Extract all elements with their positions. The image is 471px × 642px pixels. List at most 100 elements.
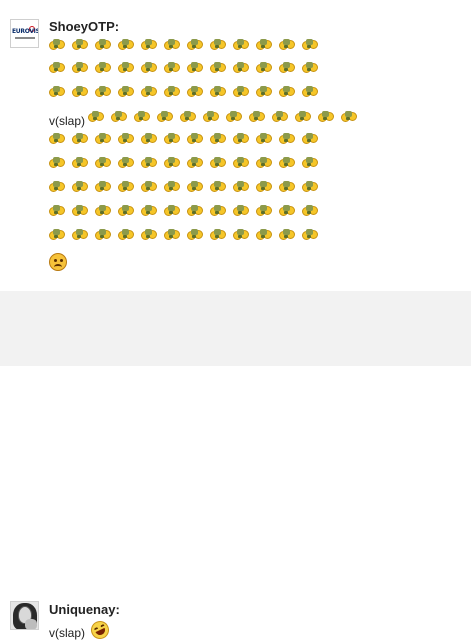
slap-emoticon-icon (95, 228, 111, 242)
slap-emoticon-icon (302, 132, 318, 146)
slap-emoticon-icon (279, 156, 295, 170)
eurovision-logo-icon: EUROVISION (12, 28, 38, 35)
slap-emoticon-icon (164, 132, 180, 146)
slap-emoticon-icon (233, 156, 249, 170)
slap-emoticon-icon (187, 204, 203, 218)
slap-emoticon-icon (233, 61, 249, 75)
slap-emoticon-icon (210, 85, 226, 99)
slap-emoticon-icon (302, 156, 318, 170)
slap-emoticon-icon (72, 85, 88, 99)
slap-emoticon-icon (210, 204, 226, 218)
slap-emoticon-icon (164, 156, 180, 170)
slap-emoticon-icon (210, 61, 226, 75)
slap-emoticon-icon (95, 38, 111, 52)
slap-emoticon-icon (256, 156, 272, 170)
slap-emoticon-icon (210, 228, 226, 242)
slap-emoticon-icon (210, 38, 226, 52)
slap-emoticon-icon (141, 85, 157, 99)
slap-emoticon-icon (302, 38, 318, 52)
slap-emoticon-icon (249, 110, 266, 124)
logo-underline (15, 37, 35, 39)
slap-emoticon-icon (141, 132, 157, 146)
slap-emoticon-icon (256, 61, 272, 75)
slap-emoticon-icon (256, 132, 272, 146)
slap-emoticon-icon (111, 110, 128, 124)
emoticon-row: v(slap) (49, 110, 364, 128)
slap-emoticon-icon (302, 61, 318, 75)
slap-emoticon-icon (256, 85, 272, 99)
slap-emoticon-icon (187, 38, 203, 52)
slap-emoticon-icon (279, 132, 295, 146)
slap-emoticon-icon (134, 110, 151, 124)
slap-emoticon-icon (118, 204, 134, 218)
slap-emoticon-icon (279, 61, 295, 75)
slap-emoticon-icon (279, 180, 295, 194)
slap-emoticon-icon (49, 156, 65, 170)
slap-emoticon-icon (226, 110, 243, 124)
slap-emoticon-icon (256, 228, 272, 242)
slap-emoticon-icon (49, 228, 65, 242)
chat-message-shoeyotp: EUROVISION ShoeyOTP: v(slap) (0, 0, 471, 283)
sad-face-icon (49, 253, 67, 271)
emoticon-row (49, 228, 325, 244)
slap-emoticon-icon (118, 85, 134, 99)
emoticon-row (49, 132, 325, 148)
slap-emoticon-icon (49, 85, 65, 99)
slap-emoticon-icon (118, 228, 134, 242)
slap-emoticon-icon (302, 85, 318, 99)
emoticon-row (49, 38, 325, 54)
slap-emoticon-icon (141, 38, 157, 52)
slap-emoticon-icon (233, 228, 249, 242)
message-text: v(slap) (49, 626, 86, 640)
slap-emoticon-icon (302, 204, 318, 218)
slap-emoticon-icon (187, 132, 203, 146)
slap-emoticon-icon (118, 38, 134, 52)
slap-emoticon-icon (95, 204, 111, 218)
slap-emoticon-icon (187, 180, 203, 194)
slap-emoticon-icon (49, 132, 65, 146)
emoticon-row (49, 204, 325, 220)
slap-emoticon-icon (88, 110, 105, 124)
slap-emoticon-icon (256, 180, 272, 194)
avatar[interactable]: EUROVISION (10, 19, 39, 48)
slap-emoticon-icon (272, 110, 289, 124)
emoticon-row (49, 180, 325, 196)
slap-emoticon-icon (141, 228, 157, 242)
slap-emoticon-icon (49, 180, 65, 194)
slap-emoticon-icon (49, 204, 65, 218)
emoticon-row (49, 61, 325, 77)
slap-emoticon-icon (118, 180, 134, 194)
slap-emoticon-icon (141, 180, 157, 194)
chat-message-uniquenay: Uniquenay: v(slap) (0, 291, 471, 642)
emoticon-row (49, 156, 325, 172)
avatar[interactable] (10, 601, 39, 630)
slap-emoticon-icon (164, 228, 180, 242)
slap-emoticon-icon (95, 132, 111, 146)
slap-emoticon-icon (187, 85, 203, 99)
message-author[interactable]: ShoeyOTP: (49, 19, 119, 34)
slap-emoticon-icon (72, 204, 88, 218)
slap-emoticon-icon (302, 228, 318, 242)
slap-emoticon-icon (187, 61, 203, 75)
slap-emoticon-icon (187, 156, 203, 170)
slap-emoticon-icon (164, 61, 180, 75)
message-author[interactable]: Uniquenay: (49, 602, 120, 617)
slap-emoticon-icon (256, 38, 272, 52)
slap-emoticon-icon (164, 204, 180, 218)
slap-emoticon-icon (203, 110, 220, 124)
slap-emoticon-icon (256, 204, 272, 218)
slap-emoticon-icon (210, 180, 226, 194)
slap-emoticon-icon (141, 156, 157, 170)
slap-emoticon-icon (279, 85, 295, 99)
slap-emoticon-icon (233, 180, 249, 194)
slap-emoticon-icon (233, 85, 249, 99)
slap-emoticon-icon (341, 110, 358, 124)
slap-emoticon-icon (157, 110, 174, 124)
emoticon-row (49, 85, 325, 101)
slap-emoticon-icon (302, 180, 318, 194)
avatar-hand (25, 619, 37, 629)
slap-emoticon-icon (233, 38, 249, 52)
slap-emoticon-icon (233, 204, 249, 218)
slap-emoticon-icon (141, 61, 157, 75)
slap-emoticon-icon (95, 180, 111, 194)
